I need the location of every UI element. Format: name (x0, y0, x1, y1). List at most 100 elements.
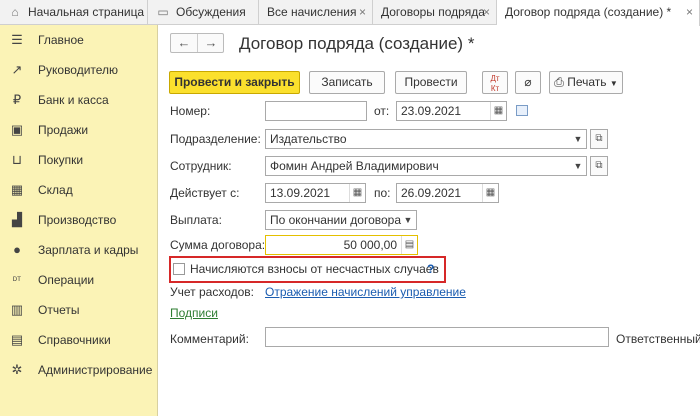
bar-chart-icon: ▥ (10, 302, 24, 317)
sidebar-item-production[interactable]: ▟ Производство (0, 205, 158, 235)
expense-link[interactable]: Отражение начислений управление (265, 285, 466, 299)
responsible-label: Ответственный: (616, 332, 700, 346)
dt-kt-icon: ᴰᵀ (13, 275, 21, 285)
post-and-close-button[interactable]: Провести и закрыть (169, 71, 300, 94)
payment-select[interactable]: По окончании договора ▼ (265, 210, 417, 230)
save-button[interactable]: Записать (309, 71, 385, 94)
sidebar-item-purchases[interactable]: ⊔ Покупки (0, 145, 158, 175)
chevron-down-icon[interactable]: ▼ (400, 211, 416, 229)
help-icon[interactable]: ? (427, 262, 434, 276)
coin-icon: ₽ (12, 92, 22, 107)
sidebar-item-warehouse[interactable]: ▦ Склад (0, 175, 158, 205)
sidebar-item-label: Отчеты (38, 303, 80, 317)
sidebar-item-label: Склад (38, 183, 73, 197)
valid-to-field[interactable]: 26.09.2021 ▦ (396, 183, 499, 203)
document-form: ← → Договор подряда (создание) * Провест… (159, 26, 700, 416)
comment-field[interactable] (265, 327, 609, 347)
home-icon: ⌂ (11, 5, 19, 19)
signatures-link[interactable]: Подписи (170, 306, 218, 320)
open-link-icon[interactable]: ⧉ (590, 129, 608, 149)
employee-select[interactable]: Фомин Андрей Владимирович ▼ (265, 156, 587, 176)
paperclip-icon: ⌀ (524, 75, 532, 89)
calendar-icon[interactable]: ▦ (482, 184, 498, 202)
sidebar-item-label: Справочники (38, 333, 111, 347)
employee-value: Фомин Андрей Владимирович (270, 159, 439, 173)
insurance-checkbox-label[interactable]: Начисляются взносы от несчастных случаев (190, 262, 439, 276)
notes-icon[interactable] (516, 105, 528, 116)
close-icon[interactable]: × (686, 0, 693, 24)
sidebar-item-admin[interactable]: ✲ Администрирование (0, 355, 158, 385)
date-value: 23.09.2021 (401, 104, 462, 118)
sidebar-item-operations[interactable]: ᴰᵀ Операции (0, 265, 158, 295)
close-icon[interactable]: × (483, 0, 490, 24)
print-button[interactable]: ⎙ Печать ▼ (549, 71, 623, 94)
employee-label: Сотрудник: (170, 159, 232, 173)
tab-bar: ⌂ Начальная страница ▭ Обсуждения Все начи… (0, 0, 700, 26)
expense-label: Учет расходов: (170, 285, 254, 299)
close-icon[interactable]: × (359, 0, 366, 24)
tab-home-label: Начальная страница (28, 5, 145, 19)
tab-contract-new[interactable]: Договор подряда (создание) * × (497, 0, 700, 26)
insurance-checkbox[interactable] (173, 263, 185, 275)
sidebar-item-catalogs[interactable]: ▤ Справочники (0, 325, 158, 355)
sidebar: ☰ Главное ↗ Руководителю ₽ Банк и касса … (0, 25, 158, 416)
chevron-down-icon[interactable]: ▼ (570, 130, 586, 148)
sidebar-item-reports[interactable]: ▥ Отчеты (0, 295, 158, 325)
number-field[interactable] (265, 101, 367, 121)
menu-icon: ☰ (11, 32, 23, 47)
calculator-icon[interactable]: ▤ (401, 236, 417, 254)
factory-icon: ▟ (12, 212, 22, 227)
tab-all-accruals[interactable]: Все начисления × (259, 0, 373, 25)
tab-discussions[interactable]: ▭ Обсуждения (148, 0, 259, 25)
division-value: Издательство (270, 132, 347, 146)
valid-from-label: Действует с: (170, 186, 240, 200)
nav-buttons: ← → (170, 33, 224, 53)
cart-icon: ⊔ (11, 152, 23, 167)
sidebar-item-label: Операции (38, 273, 95, 287)
open-link-icon[interactable]: ⧉ (590, 156, 608, 176)
sidebar-item-label: Зарплата и кадры (38, 243, 139, 257)
warehouse-icon: ▦ (10, 182, 24, 197)
dt-kt-button[interactable]: Дт Кт (482, 71, 508, 94)
tab-contract-new-label: Договор подряда (создание) * (505, 5, 672, 19)
valid-from-field[interactable]: 13.09.2021 ▦ (265, 183, 366, 203)
tab-home[interactable]: ⌂ Начальная страница (0, 0, 148, 25)
forward-arrow-icon[interactable]: → (198, 34, 224, 52)
amount-label: Сумма договора: (170, 238, 266, 252)
number-label: Номер: (170, 104, 211, 118)
sidebar-item-label: Покупки (38, 153, 84, 167)
valid-from-value: 13.09.2021 (270, 186, 331, 200)
sidebar-item-main[interactable]: ☰ Главное (0, 25, 158, 55)
calendar-icon[interactable]: ▦ (490, 102, 506, 120)
chevron-down-icon: ▼ (609, 79, 618, 88)
person-icon: ● (13, 242, 21, 257)
payment-label: Выплата: (170, 213, 222, 227)
date-label: от: (374, 104, 390, 118)
sidebar-item-bank[interactable]: ₽ Банк и касса (0, 85, 158, 115)
gear-icon: ✲ (11, 362, 23, 377)
tab-discussions-label: Обсуждения (176, 5, 246, 19)
amount-value: 50 000,00 (343, 238, 397, 252)
chat-icon: ▭ (157, 5, 169, 19)
post-button[interactable]: Провести (395, 71, 467, 94)
calendar-icon[interactable]: ▦ (349, 184, 365, 202)
sidebar-item-payroll[interactable]: ● Зарплата и кадры (0, 235, 158, 265)
date-field[interactable]: 23.09.2021 ▦ (396, 101, 507, 121)
page-title: Договор подряда (создание) * (239, 34, 475, 53)
attach-button[interactable]: ⌀ (515, 71, 541, 94)
comment-label: Комментарий: (170, 332, 249, 346)
back-arrow-icon[interactable]: ← (171, 34, 197, 52)
valid-to-value: 26.09.2021 (401, 186, 462, 200)
division-select[interactable]: Издательство ▼ (265, 129, 587, 149)
valid-to-label: по: (374, 186, 391, 200)
sidebar-item-label: Руководителю (38, 63, 119, 77)
bag-icon: ▣ (10, 122, 24, 137)
sidebar-item-sales[interactable]: ▣ Продажи (0, 115, 158, 145)
sidebar-item-manager[interactable]: ↗ Руководителю (0, 55, 158, 85)
sidebar-item-label: Продажи (38, 123, 89, 137)
chevron-down-icon[interactable]: ▼ (570, 157, 586, 175)
tab-contracts-label: Договоры подряда (381, 5, 485, 19)
payment-value: По окончании договора (270, 213, 402, 227)
amount-field[interactable]: 50 000,00 ▤ (265, 235, 418, 255)
tab-contracts[interactable]: Договоры подряда × (373, 0, 497, 25)
